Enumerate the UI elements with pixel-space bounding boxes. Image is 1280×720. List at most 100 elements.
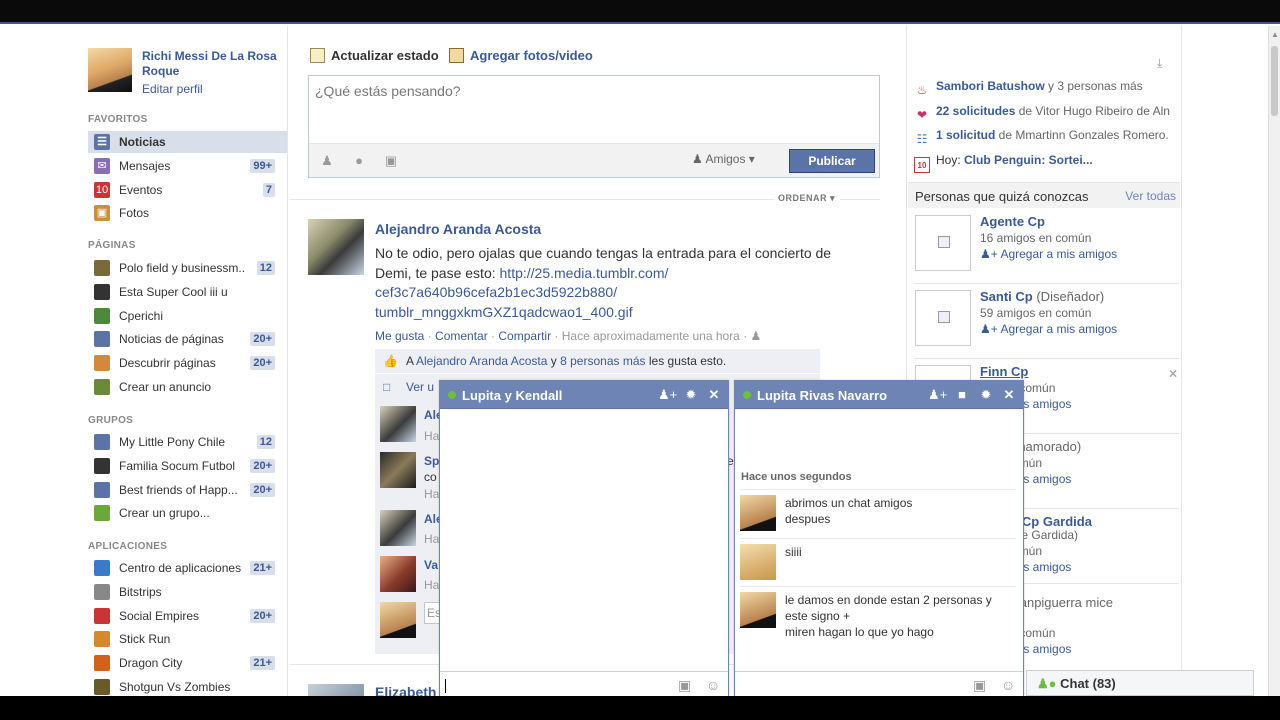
chat-title[interactable]: Lupita y Kendall: [462, 388, 562, 403]
notification-event-today[interactable]: 10 Hoy: Club Penguin: Sortei...: [914, 153, 1179, 173]
status-input[interactable]: ¿Qué estás pensando?: [315, 83, 461, 99]
view-more-comments-link[interactable]: Ver u: [406, 380, 434, 394]
app-request-icon: ❤: [916, 108, 928, 122]
profile-avatar[interactable]: [88, 48, 132, 92]
comment-avatar[interactable]: [380, 510, 416, 546]
notification-birthday[interactable]: ♨ Sambori Batushow y 3 personas más: [914, 79, 1179, 98]
audience-selector[interactable]: ♟ Amigos ▾: [692, 152, 755, 166]
pymk-name[interactable]: Finn Cp: [980, 364, 1028, 379]
likers-count-link[interactable]: 8 personas más: [560, 354, 645, 368]
download-icon[interactable]: ⤓: [1157, 56, 1162, 71]
post-author-avatar[interactable]: [308, 219, 364, 275]
gear-icon[interactable]: ✹: [682, 387, 700, 403]
location-icon[interactable]: ●: [351, 153, 367, 169]
comment-link[interactable]: Comentar: [435, 329, 488, 343]
nav-item-favoritos[interactable]: ☰ Noticias: [88, 131, 287, 153]
nav-item-apps[interactable]: Stick Run: [88, 628, 287, 650]
chat-sidebar-toggle[interactable]: ♟● Chat (83): [1026, 670, 1254, 696]
tab-update-status[interactable]: Actualizar estado: [310, 48, 439, 63]
notification-cart-request[interactable]: ☷ 1 solicitud de Mmartinn Gonzales Romero…: [914, 128, 1179, 147]
chat-header[interactable]: Lupita y Kendall ♟+ ✹ ✕: [440, 381, 728, 409]
status-box[interactable]: ¿Qué estás pensando? ♟ ● ▣ ♟ Amigos ▾ Pu…: [308, 75, 880, 178]
chat-title[interactable]: Lupita Rivas Navarro: [757, 388, 887, 403]
publish-button[interactable]: Publicar: [789, 149, 875, 173]
post-author-avatar[interactable]: [308, 684, 364, 696]
add-friend-button[interactable]: ♟+ Agregar a mis amigos: [980, 322, 1117, 336]
scroll-up-arrow-icon[interactable]: ▲: [1271, 30, 1279, 39]
page-scrollbar[interactable]: ▲: [1268, 26, 1280, 696]
edit-profile-link[interactable]: Editar perfil: [142, 82, 203, 96]
pymk-mutual[interactable]: 59 amigos en común: [980, 306, 1091, 320]
nav-item-apps[interactable]: Centro de aplicaciones 21+: [88, 557, 287, 579]
comment-avatar[interactable]: [380, 406, 416, 442]
post-author-name[interactable]: Alejandro Aranda Acosta: [375, 221, 541, 237]
pymk-name[interactable]: Agente Cp: [980, 214, 1045, 229]
message-avatar[interactable]: [740, 495, 776, 531]
emoticon-icon[interactable]: ☺: [1001, 677, 1015, 693]
scrollbar-thumb[interactable]: [1271, 46, 1278, 116]
tag-friends-icon[interactable]: ♟: [319, 153, 335, 169]
profile-name[interactable]: Richi Messi De La Rosa Roque: [142, 49, 282, 79]
comment-author[interactable]: Sp: [424, 454, 439, 468]
likes-prefix: A: [406, 354, 417, 368]
pymk-mutual[interactable]: 16 amigos en común: [980, 231, 1091, 245]
chat-input[interactable]: ▣ ☺: [735, 671, 1023, 697]
pymk-card: Santi Cp (Diseñador) 59 amigos en común …: [914, 284, 1179, 359]
comment-author[interactable]: Va: [424, 558, 438, 572]
nav-item-apps[interactable]: Social Empires 20+: [88, 605, 287, 627]
profile-summary[interactable]: Richi Messi De La Rosa Roque Editar perf…: [88, 48, 288, 98]
liker-link[interactable]: Alejandro Aranda Acosta: [416, 354, 547, 368]
add-friend-button[interactable]: ♟+ Agregar a mis amigos: [980, 247, 1117, 261]
add-friends-to-chat-icon[interactable]: ♟+: [928, 387, 947, 403]
nav-item-grupos[interactable]: Familia Socum Futbol 20+: [88, 455, 287, 477]
pymk-photo[interactable]: [915, 215, 971, 271]
nav-item-paginas[interactable]: Polo field y businessm... 12: [88, 257, 287, 279]
tab-add-photos[interactable]: Agregar fotos/video: [449, 48, 593, 63]
nav-item-paginas[interactable]: Esta Super Cool iii u: [88, 281, 287, 303]
message-avatar[interactable]: [740, 544, 776, 580]
chat-header[interactable]: Lupita Rivas Navarro ♟+ ■ ✹ ✕: [735, 381, 1023, 409]
camera-icon[interactable]: ▣: [678, 677, 691, 694]
see-all-link[interactable]: Ver todas: [1125, 189, 1176, 203]
chat-message: siiii: [740, 538, 1016, 586]
comment-time: Ha: [424, 487, 440, 501]
nav-item-paginas[interactable]: Cperichi: [88, 305, 287, 327]
nav-item-paginas[interactable]: Noticias de páginas 20+: [88, 328, 287, 350]
add-friends-to-chat-icon[interactable]: ♟+: [658, 387, 677, 403]
gear-icon[interactable]: ✹: [977, 387, 995, 403]
camera-icon[interactable]: ▣: [973, 677, 986, 694]
comment-avatar[interactable]: [380, 452, 416, 488]
nav-item-paginas[interactable]: Descubrir páginas 20+: [88, 352, 287, 374]
video-call-icon[interactable]: ■: [953, 387, 971, 403]
chat-input[interactable]: ▣ ☺: [440, 671, 728, 697]
nav-item-count-badge: 21+: [250, 561, 275, 575]
nav-item-grupos[interactable]: Best friends of Happ... 20+: [88, 479, 287, 501]
notification-text: de Vitor Hugo Ribeiro de Aln: [1015, 104, 1170, 118]
notification-app-requests[interactable]: ❤ 22 solicitudes de Vitor Hugo Ribeiro de…: [914, 104, 1179, 123]
like-link[interactable]: Me gusta: [375, 329, 424, 343]
close-icon[interactable]: ✕: [705, 387, 723, 403]
message-avatar[interactable]: [740, 592, 776, 628]
post-actions: Me gusta · Comentar · Compartir · Hace a…: [375, 329, 762, 343]
comment-avatar[interactable]: [380, 556, 416, 592]
close-icon[interactable]: ✕: [1168, 367, 1178, 381]
pymk-name[interactable]: Santi Cp (Diseñador): [980, 289, 1104, 304]
nav-item-apps[interactable]: Bitstrips: [88, 581, 287, 603]
online-friends-icon: ♟●: [1037, 676, 1061, 691]
pymk-photo[interactable]: [915, 290, 971, 346]
nav-item-apps[interactable]: Shotgun Vs Zombies: [88, 676, 287, 698]
nav-item-grupos[interactable]: My Little Pony Chile 12: [88, 431, 287, 453]
share-link[interactable]: Compartir: [498, 329, 551, 343]
nav-item-favoritos[interactable]: ▣ Fotos: [88, 202, 287, 224]
nav-item-grupos[interactable]: Crear un grupo...: [88, 502, 287, 524]
nav-item-apps[interactable]: Dragon City 21+: [88, 652, 287, 674]
nav-item-paginas[interactable]: Crear un anuncio: [88, 376, 287, 398]
post-timestamp[interactable]: Hace aproximadamente una hora: [562, 329, 740, 343]
sort-button[interactable]: ORDENAR ▾: [778, 193, 835, 204]
nav-item-favoritos[interactable]: 10 Eventos 7: [88, 179, 287, 201]
close-icon[interactable]: ✕: [1000, 387, 1018, 403]
message-line: despues: [785, 512, 831, 526]
emoticon-icon[interactable]: ☺: [706, 677, 720, 693]
camera-icon[interactable]: ▣: [383, 153, 399, 169]
nav-item-favoritos[interactable]: ✉ Mensajes 99+: [88, 155, 287, 177]
